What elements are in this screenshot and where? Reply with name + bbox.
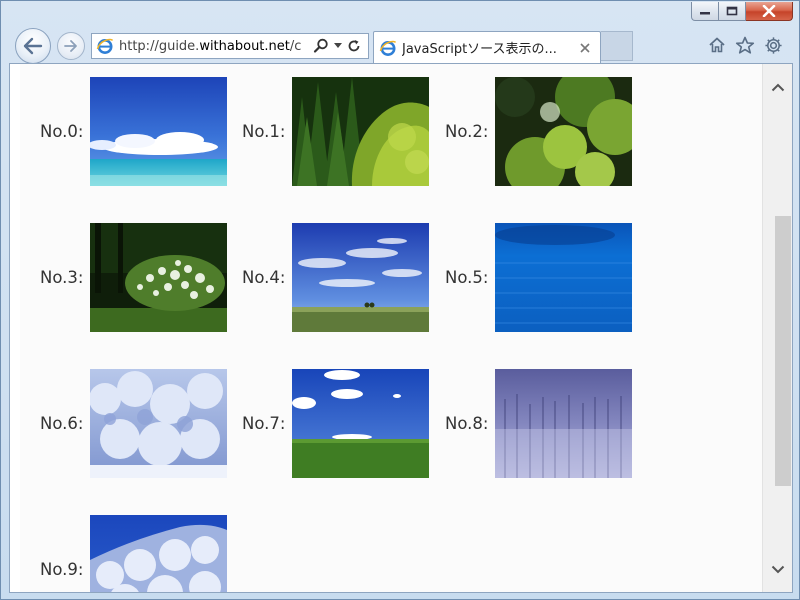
gallery-label-8: No.8:: [445, 414, 489, 433]
chevron-up-icon: [771, 83, 784, 91]
page-viewport: No.0: No.1: No.2: No.3: No.4: No.5: No.6…: [9, 63, 793, 593]
back-arrow-icon: [23, 37, 43, 55]
gallery-label-7: No.7:: [242, 414, 286, 433]
browser-tab-active[interactable]: JavaScriptソース表示の...: [373, 31, 601, 63]
forward-button[interactable]: [57, 32, 85, 60]
minimize-icon: [700, 12, 710, 15]
gallery-item-7: No.7:: [242, 369, 429, 478]
scroll-up-button[interactable]: [763, 74, 792, 100]
gallery-item-2: No.2:: [445, 77, 632, 186]
restore-button[interactable]: [719, 2, 746, 21]
ie-site-icon: [96, 38, 114, 54]
thumbnail-green-hill[interactable]: [292, 369, 429, 478]
close-window-button[interactable]: [746, 2, 793, 21]
favorites-star-icon[interactable]: [735, 35, 755, 55]
vertical-scrollbar[interactable]: [762, 64, 792, 592]
thumbnail-sky-ocean[interactable]: [90, 77, 227, 186]
gallery-label-6: No.6:: [40, 414, 84, 433]
browser-toolbar-icons: [707, 35, 783, 55]
scrollbar-thumb[interactable]: [775, 216, 791, 486]
gallery-item-5: No.5:: [445, 223, 632, 332]
minimize-button[interactable]: [691, 2, 719, 21]
gallery-label-0: No.0:: [40, 122, 84, 141]
search-icon[interactable]: [313, 38, 329, 54]
restore-icon: [726, 6, 738, 16]
gallery-label-3: No.3:: [40, 268, 84, 287]
chevron-down-icon: [771, 565, 784, 573]
scroll-down-button[interactable]: [763, 556, 792, 582]
tab-close-icon[interactable]: [580, 42, 590, 53]
gallery-label-1: No.1:: [242, 122, 286, 141]
home-icon[interactable]: [707, 35, 727, 55]
thumbnail-snowy-hill[interactable]: [90, 515, 227, 592]
refresh-icon[interactable]: [347, 39, 361, 53]
browser-window: http://guide.withabout.net/c JavaScriptソ…: [0, 0, 800, 600]
forward-arrow-icon: [64, 40, 77, 52]
thumbnail-tree-canopy[interactable]: [495, 77, 632, 186]
gallery-item-0: No.0:: [40, 77, 227, 186]
tab-title: JavaScriptソース表示の...: [402, 42, 557, 57]
back-button[interactable]: [15, 28, 51, 64]
gallery-label-5: No.5:: [445, 268, 489, 287]
dropdown-arrow-icon[interactable]: [334, 43, 342, 49]
gallery-item-6: No.6:: [40, 369, 227, 478]
gallery-item-3: No.3:: [40, 223, 227, 332]
ie-tab-icon: [379, 40, 397, 56]
gallery-item-8: No.8:: [445, 369, 632, 478]
settings-gear-icon[interactable]: [763, 35, 783, 55]
address-bar[interactable]: http://guide.withabout.net/c: [91, 33, 369, 59]
thumbnail-green-forest[interactable]: [292, 77, 429, 186]
thumbnail-flowering-shrub[interactable]: [90, 223, 227, 332]
gallery-label-2: No.2:: [445, 122, 489, 141]
url-text[interactable]: http://guide.withabout.net/c: [119, 39, 309, 54]
new-tab-button[interactable]: [601, 31, 633, 61]
gallery-item-4: No.4:: [242, 223, 429, 332]
thumbnail-field-clouds[interactable]: [292, 223, 429, 332]
gallery-label-4: No.4:: [242, 268, 286, 287]
thumbnail-snowy-trees[interactable]: [90, 369, 227, 478]
thumbnail-blue-water[interactable]: [495, 223, 632, 332]
close-icon: [762, 5, 776, 17]
page-content: No.0: No.1: No.2: No.3: No.4: No.5: No.6…: [20, 64, 762, 592]
thumbnail-winter-forest[interactable]: [495, 369, 632, 478]
gallery-label-9: No.9:: [40, 560, 84, 579]
gallery-item-9: No.9:: [40, 515, 227, 592]
gallery-item-1: No.1:: [242, 77, 429, 186]
window-controls: [691, 2, 793, 21]
